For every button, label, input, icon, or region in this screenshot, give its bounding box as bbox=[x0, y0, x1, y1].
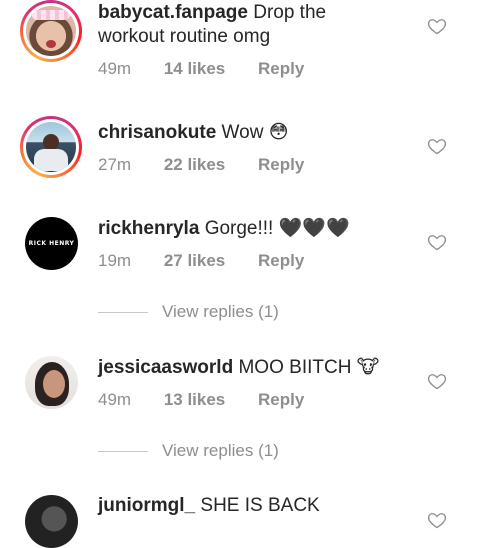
avatar-jessica[interactable] bbox=[25, 356, 78, 409]
avatar-babycat[interactable] bbox=[20, 0, 82, 62]
comment-username[interactable]: juniormgl_ bbox=[98, 495, 195, 516]
likes-count[interactable]: 27 likes bbox=[164, 251, 225, 271]
avatar-chris[interactable] bbox=[20, 116, 82, 178]
comment-text: chrisanokute Wow 😳 bbox=[98, 121, 289, 143]
rick-henry-logo: RICK HENRY bbox=[28, 240, 75, 247]
flushed-emoji: 😳 bbox=[268, 121, 289, 143]
comment-username[interactable]: babycat.fanpage bbox=[98, 2, 248, 23]
comment-meta: 27m 22 likes Reply bbox=[98, 155, 332, 175]
cow-emoji: 🐮 bbox=[356, 356, 380, 378]
comment-text: juniormgl_ SHE IS BACK bbox=[98, 495, 320, 516]
comment-username[interactable]: chrisanokute bbox=[98, 122, 216, 143]
comment-time: 27m bbox=[98, 155, 132, 174]
view-replies-label[interactable]: View replies (1) bbox=[162, 441, 279, 461]
heart-outline-icon[interactable] bbox=[427, 136, 447, 156]
heart-outline-icon[interactable] bbox=[427, 16, 447, 36]
likes-count[interactable]: 14 likes bbox=[164, 59, 225, 79]
heart-outline-icon[interactable] bbox=[427, 232, 447, 252]
likes-count[interactable]: 13 likes bbox=[164, 390, 225, 410]
comment-meta: 19m 27 likes Reply bbox=[98, 251, 332, 271]
reply-button[interactable]: Reply bbox=[258, 155, 304, 175]
avatar-junior[interactable] bbox=[25, 495, 78, 548]
comment-meta: 49m 13 likes Reply bbox=[98, 390, 332, 410]
comment-username[interactable]: rickhenryla bbox=[98, 218, 199, 239]
reply-button[interactable]: Reply bbox=[258, 251, 304, 271]
reply-button[interactable]: Reply bbox=[258, 59, 304, 79]
heart-outline-icon[interactable] bbox=[427, 371, 447, 391]
replies-divider bbox=[98, 311, 148, 313]
comment-time: 49m bbox=[98, 390, 132, 409]
comment-text: rickhenryla Gorge!!! 🖤🖤🖤 bbox=[98, 217, 350, 239]
comment-time: 19m bbox=[98, 251, 132, 270]
comment-text: jessicaasworld MOO BIITCH 🐮 bbox=[98, 356, 380, 378]
comment-meta: 49m 14 likes Reply bbox=[98, 59, 332, 79]
replies-divider bbox=[98, 450, 148, 452]
view-replies-label[interactable]: View replies (1) bbox=[162, 302, 279, 322]
black-hearts-emoji: 🖤🖤🖤 bbox=[278, 217, 350, 239]
comment-text: babycat.fanpage Drop the workout routine… bbox=[98, 2, 327, 47]
comment-time: 49m bbox=[98, 59, 132, 78]
comment-username[interactable]: jessicaasworld bbox=[98, 357, 233, 378]
reply-button[interactable]: Reply bbox=[258, 390, 304, 410]
view-replies[interactable]: View replies (1) bbox=[98, 302, 398, 322]
likes-count[interactable]: 22 likes bbox=[164, 155, 225, 175]
heart-outline-icon[interactable] bbox=[427, 510, 447, 530]
avatar-rick[interactable]: RICK HENRY bbox=[25, 217, 78, 270]
view-replies[interactable]: View replies (1) bbox=[98, 441, 398, 461]
